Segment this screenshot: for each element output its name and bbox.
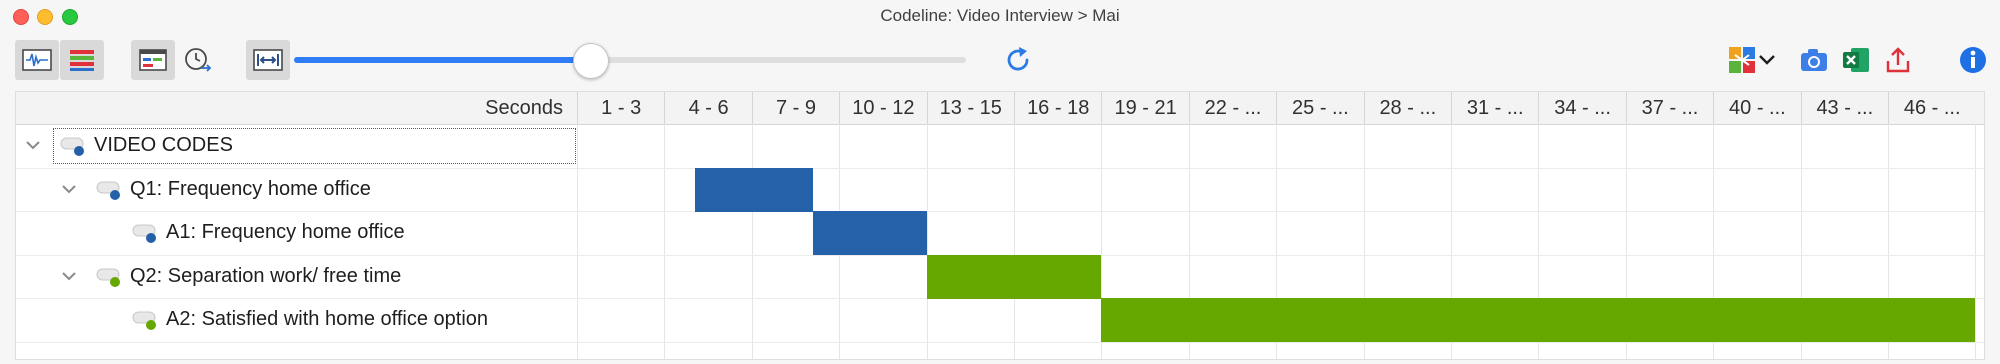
title-bar: Codeline: Video Interview > Mai xyxy=(0,0,2000,32)
code-label: Q2: Separation work/ free time xyxy=(130,264,402,287)
column-gridline xyxy=(664,124,666,359)
color-codes-menu-button[interactable] xyxy=(1722,42,1782,78)
chevron-down-icon xyxy=(1759,55,1775,65)
column-header[interactable]: 46 - ... xyxy=(1888,92,1975,124)
zoom-slider-fill xyxy=(294,57,590,63)
column-gridline xyxy=(926,124,928,359)
code-icon xyxy=(96,181,120,200)
code-label: Q1: Frequency home office xyxy=(130,177,371,200)
column-header[interactable]: 22 - ... xyxy=(1188,92,1276,124)
code-icon xyxy=(60,137,84,156)
code-label: A1: Frequency home office xyxy=(166,221,405,243)
column-header[interactable]: 25 - ... xyxy=(1276,92,1363,124)
chevron-down-icon[interactable] xyxy=(60,180,78,198)
column-gridline xyxy=(1975,124,1977,359)
coded-segment[interactable] xyxy=(1101,298,1976,342)
info-icon xyxy=(1960,47,1986,73)
info-button[interactable] xyxy=(1955,42,1991,78)
tree-row[interactable]: Q1: Frequency home office xyxy=(16,168,576,211)
zoom-slider-thumb[interactable] xyxy=(572,43,609,79)
layout-toggle-button[interactable] xyxy=(131,40,175,80)
column-header[interactable]: 40 - ... xyxy=(1713,92,1800,124)
code-icon xyxy=(132,224,156,243)
column-gridline xyxy=(577,124,578,359)
column-header[interactable]: 31 - ... xyxy=(1451,92,1538,124)
column-header[interactable]: 37 - ... xyxy=(1625,92,1713,124)
excel-export-icon xyxy=(1843,48,1869,72)
export-excel-button[interactable] xyxy=(1838,42,1874,78)
toolbar xyxy=(0,32,2000,88)
refresh-button[interactable] xyxy=(1000,42,1036,78)
table-header: Seconds 1 - 34 - 67 - 9 10 - 12 13 - 15 16 -… xyxy=(16,92,1984,125)
waveform-icon xyxy=(22,49,52,71)
zoom-slider[interactable] xyxy=(294,43,966,79)
coded-segment[interactable] xyxy=(694,167,813,212)
tree-row[interactable]: A2: Satisfied with home office option xyxy=(16,298,576,341)
color-codes-menu-icon xyxy=(1729,47,1755,73)
column-header[interactable]: 13 - 15 xyxy=(926,92,1014,124)
tree-row[interactable]: Q2: Separation work/ free time xyxy=(16,255,576,298)
code-icon xyxy=(132,311,156,330)
column-header[interactable]: 16 - 18 xyxy=(1014,92,1101,124)
refresh-icon xyxy=(1007,47,1029,71)
layout-icon xyxy=(139,49,167,71)
colored-bars-icon xyxy=(70,50,94,71)
code-icon xyxy=(96,268,120,287)
waveform-view-button[interactable] xyxy=(15,40,59,80)
camera-icon xyxy=(1801,49,1827,71)
column-header[interactable]: 28 - ... xyxy=(1363,92,1451,124)
window-title: Codeline: Video Interview > Mai xyxy=(880,6,1120,25)
chevron-down-icon[interactable] xyxy=(60,267,78,285)
column-header[interactable]: 7 - 9 xyxy=(751,92,839,124)
share-export-icon xyxy=(1886,47,1910,73)
column-header[interactable]: 10 - 12 xyxy=(839,92,926,124)
coded-segment[interactable] xyxy=(926,254,1102,299)
codeline-table: Seconds 1 - 34 - 67 - 9 10 - 12 13 - 15 16 -… xyxy=(15,91,1985,360)
tree-row[interactable]: VIDEO CODES xyxy=(16,124,576,167)
code-label: VIDEO CODES xyxy=(94,134,233,156)
column-header[interactable]: 4 - 6 xyxy=(664,92,751,124)
code-bars-view-button[interactable] xyxy=(60,40,104,80)
column-header[interactable]: 19 - 21 xyxy=(1101,92,1188,124)
tree-row[interactable]: A1: Frequency home office xyxy=(16,211,576,254)
column-header[interactable]: 34 - ... xyxy=(1538,92,1625,124)
code-label: A2: Satisfied with home office option xyxy=(166,308,489,330)
fit-width-button[interactable] xyxy=(246,40,290,80)
column-header[interactable]: 1 - 3 xyxy=(577,92,664,124)
codeline-window: Codeline: Video Interview > Mai Seconds … xyxy=(0,0,2000,364)
screenshot-button[interactable] xyxy=(1796,42,1832,78)
time-sync-button[interactable] xyxy=(176,40,220,80)
coded-segment[interactable] xyxy=(812,211,927,255)
column-gridline xyxy=(751,124,753,359)
fit-width-icon xyxy=(253,49,283,71)
column-gridline xyxy=(1014,124,1015,359)
export-button[interactable] xyxy=(1880,42,1916,78)
header-seconds[interactable]: Seconds xyxy=(16,92,577,124)
chevron-down-icon[interactable] xyxy=(24,136,42,154)
column-header[interactable]: 43 - ... xyxy=(1800,92,1888,124)
clock-sync-icon xyxy=(185,48,212,72)
